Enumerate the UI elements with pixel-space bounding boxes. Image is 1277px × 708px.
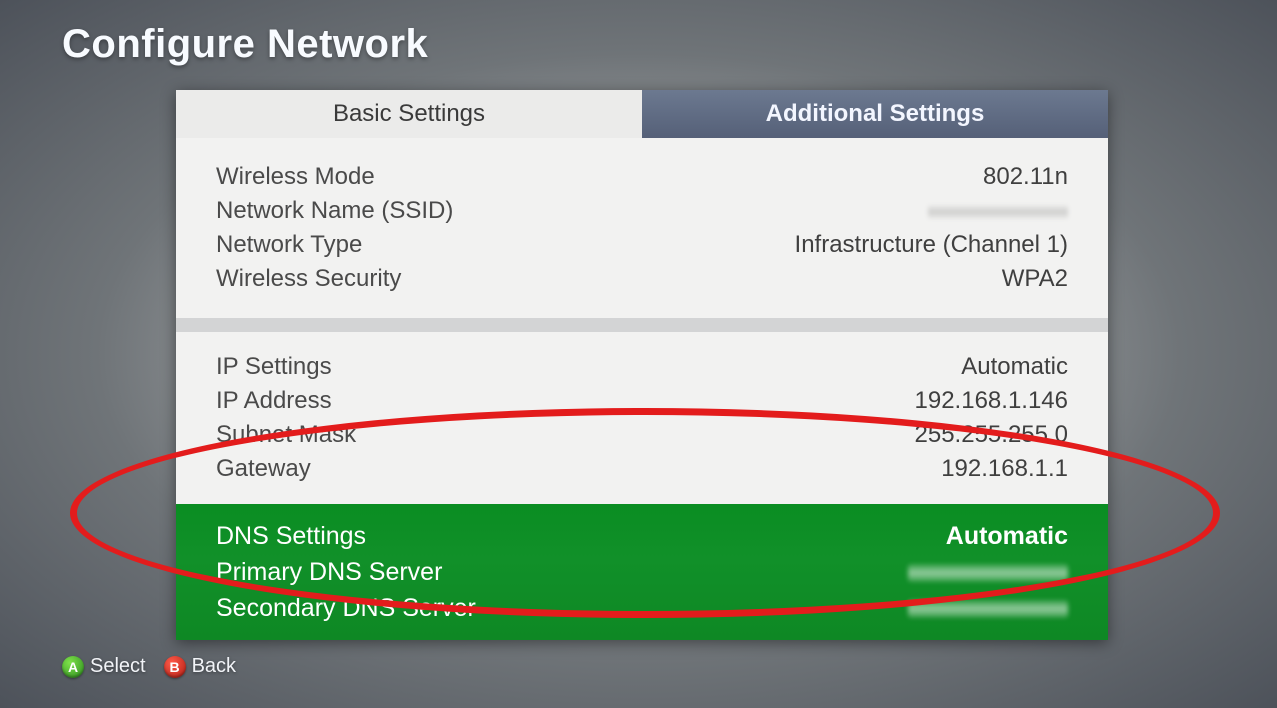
gateway-label: Gateway xyxy=(216,452,311,486)
wireless-mode-row: Wireless Mode 802.11n xyxy=(216,160,1068,194)
ip-settings-row: IP Settings Automatic xyxy=(216,350,1068,384)
wireless-security-label: Wireless Security xyxy=(216,262,401,296)
a-button-icon: A xyxy=(62,656,84,678)
ip-settings-label: IP Settings xyxy=(216,350,332,384)
tabs: Basic Settings Additional Settings xyxy=(176,90,1108,138)
footer-hints: A Select B Back xyxy=(62,655,236,678)
subnet-mask-value: 255.255.255.0 xyxy=(915,418,1068,452)
primary-dns-obscured xyxy=(908,564,1068,582)
ip-settings-value: Automatic xyxy=(961,350,1068,384)
network-type-value: Infrastructure (Channel 1) xyxy=(795,228,1068,262)
page-title: Configure Network xyxy=(62,22,428,67)
dns-settings-row: DNS Settings Automatic xyxy=(216,518,1068,554)
ssid-row: Network Name (SSID) xyxy=(216,194,1068,228)
ip-address-row: IP Address 192.168.1.146 xyxy=(216,384,1068,418)
secondary-dns-row: Secondary DNS Server xyxy=(216,590,1068,626)
tab-additional-settings[interactable]: Additional Settings xyxy=(642,90,1108,138)
settings-panel: Basic Settings Additional Settings Wirel… xyxy=(176,90,1108,640)
ip-address-value: 192.168.1.146 xyxy=(915,384,1068,418)
primary-dns-row: Primary DNS Server xyxy=(216,554,1068,590)
gateway-value: 192.168.1.1 xyxy=(941,452,1068,486)
primary-dns-label: Primary DNS Server xyxy=(216,554,442,590)
wireless-mode-label: Wireless Mode xyxy=(216,160,375,194)
a-button-label: Select xyxy=(90,655,146,678)
gateway-row: Gateway 192.168.1.1 xyxy=(216,452,1068,486)
wireless-section[interactable]: Wireless Mode 802.11n Network Name (SSID… xyxy=(176,138,1108,318)
wireless-security-row: Wireless Security WPA2 xyxy=(216,262,1068,296)
wireless-security-value: WPA2 xyxy=(1002,262,1068,296)
b-button-hint: B Back xyxy=(164,655,236,678)
b-button-label: Back xyxy=(192,655,236,678)
ssid-value xyxy=(928,194,1068,228)
secondary-dns-obscured xyxy=(908,600,1068,618)
section-divider xyxy=(176,318,1108,332)
network-type-label: Network Type xyxy=(216,228,362,262)
dns-settings-label: DNS Settings xyxy=(216,518,366,554)
dns-settings-value: Automatic xyxy=(946,518,1068,554)
secondary-dns-label: Secondary DNS Server xyxy=(216,590,476,626)
wireless-mode-value: 802.11n xyxy=(983,160,1068,194)
b-button-icon: B xyxy=(164,656,186,678)
ssid-obscured xyxy=(928,204,1068,220)
ip-section[interactable]: IP Settings Automatic IP Address 192.168… xyxy=(176,332,1108,504)
subnet-mask-label: Subnet Mask xyxy=(216,418,356,452)
dns-section[interactable]: DNS Settings Automatic Primary DNS Serve… xyxy=(176,504,1108,640)
network-type-row: Network Type Infrastructure (Channel 1) xyxy=(216,228,1068,262)
secondary-dns-value xyxy=(908,590,1068,626)
subnet-mask-row: Subnet Mask 255.255.255.0 xyxy=(216,418,1068,452)
ssid-label: Network Name (SSID) xyxy=(216,194,453,228)
a-button-hint: A Select xyxy=(62,655,146,678)
primary-dns-value xyxy=(908,554,1068,590)
tab-basic-settings[interactable]: Basic Settings xyxy=(176,90,642,138)
ip-address-label: IP Address xyxy=(216,384,332,418)
